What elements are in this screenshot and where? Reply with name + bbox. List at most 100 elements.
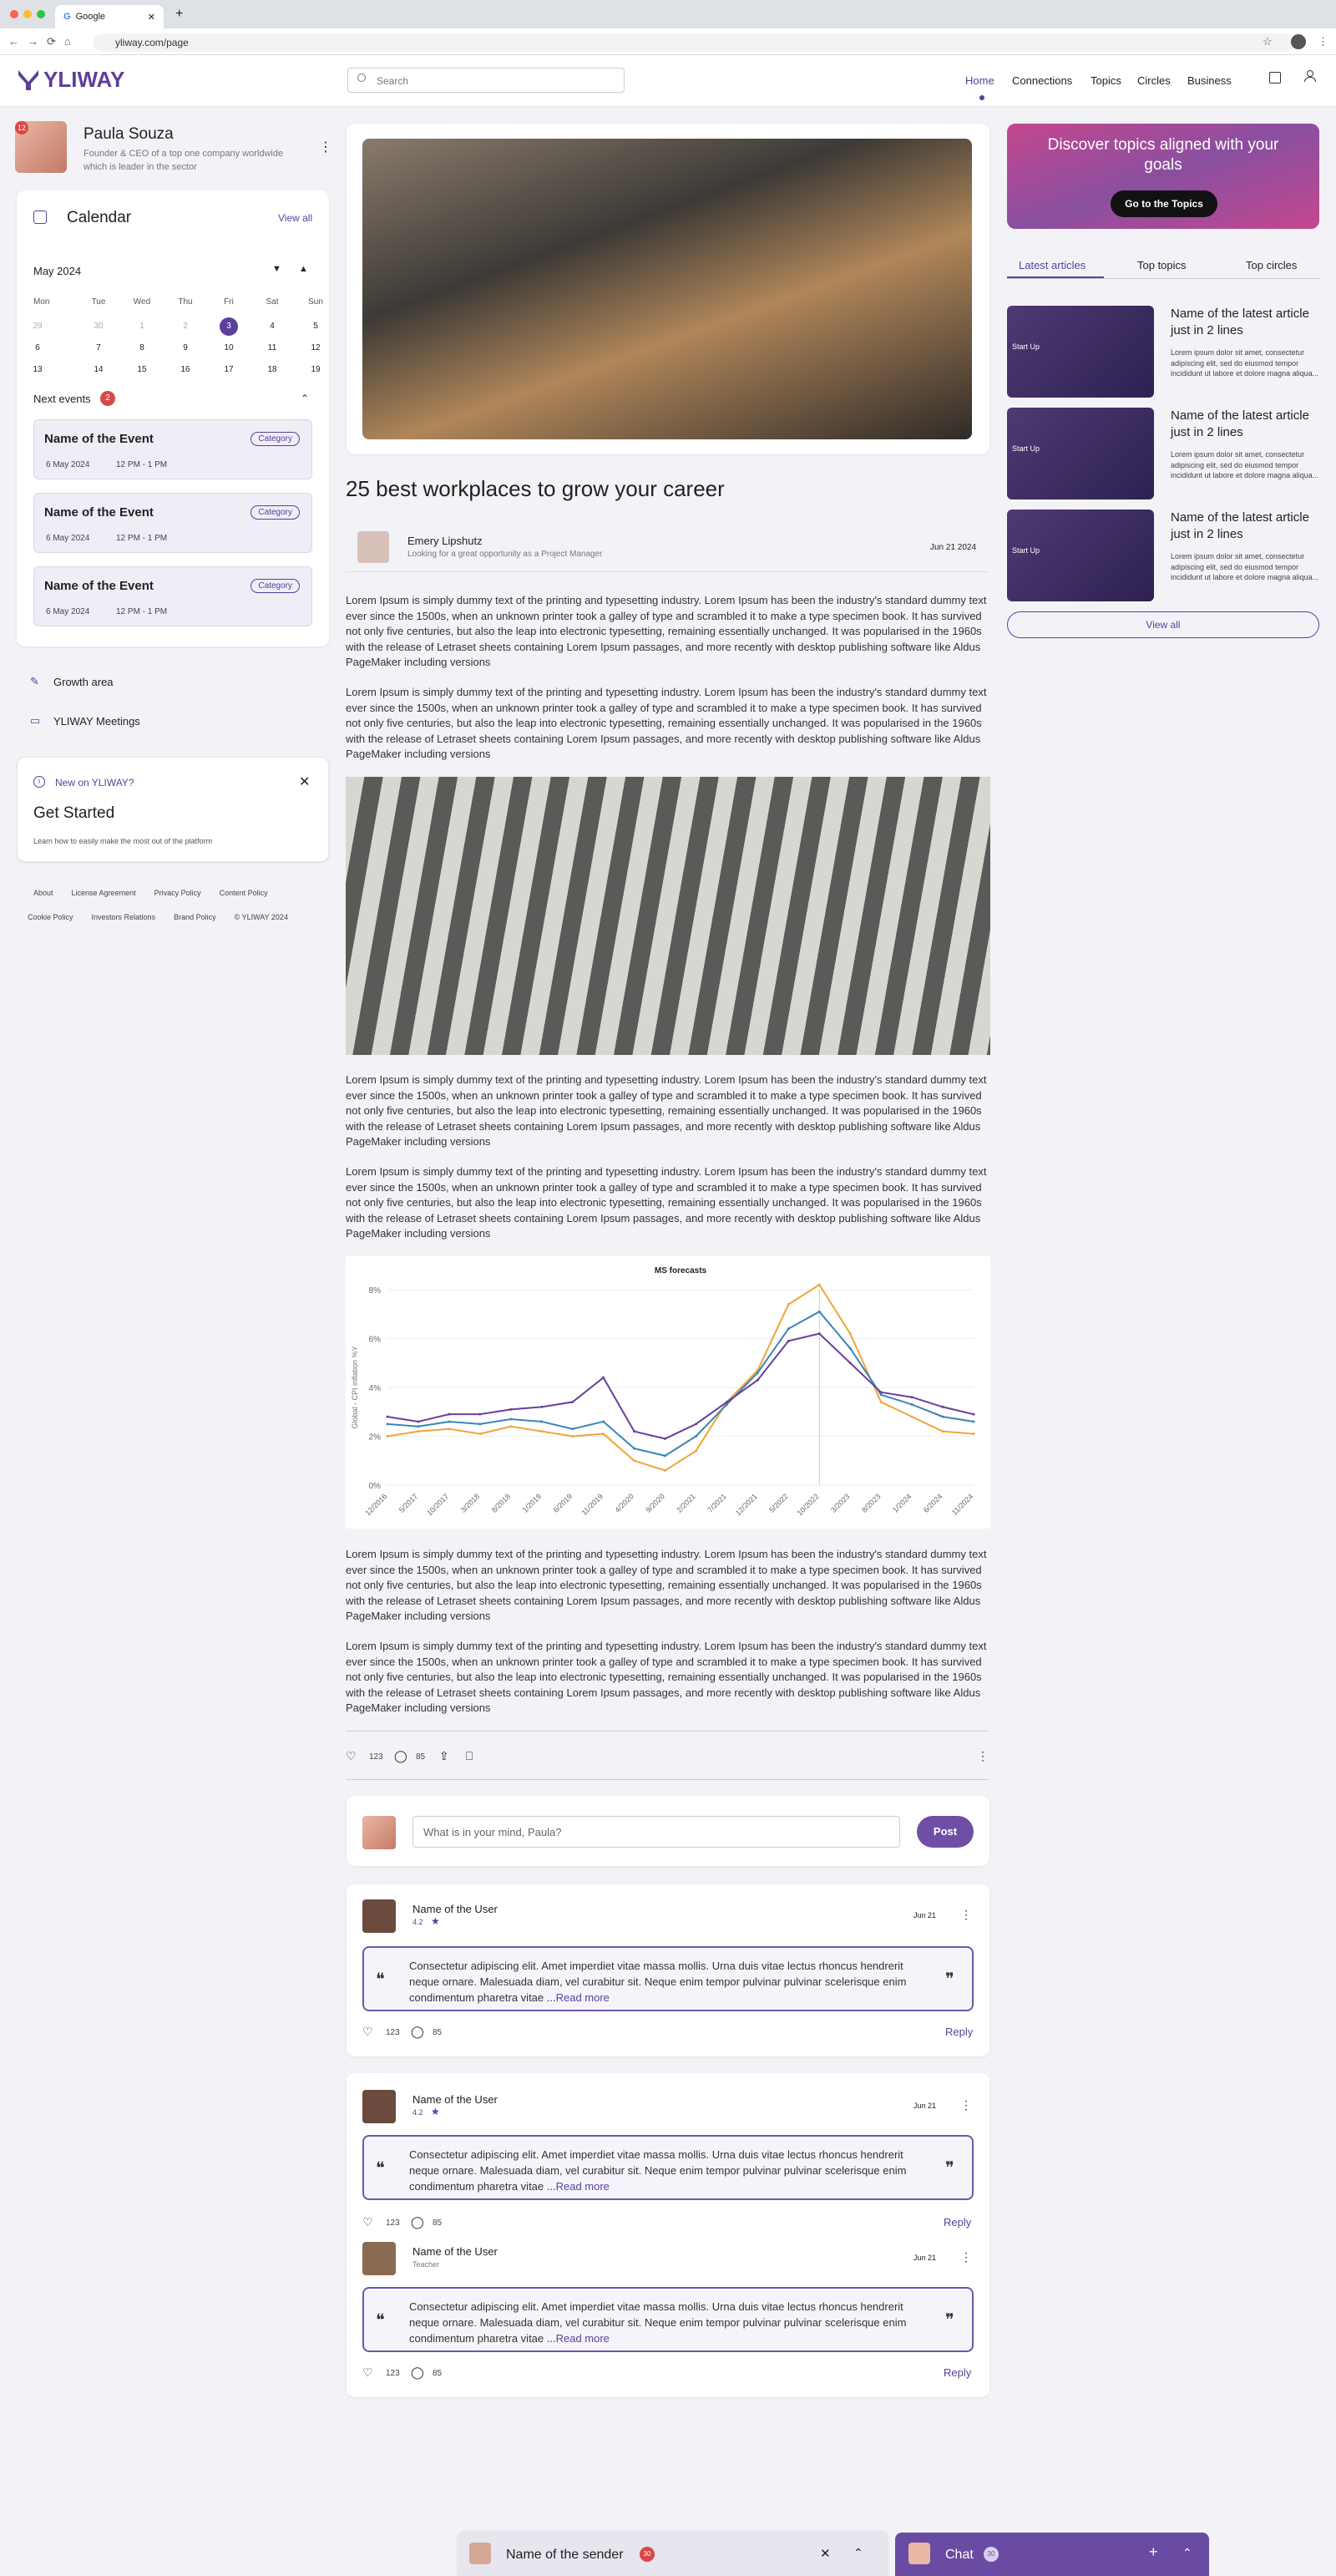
nav-circles[interactable]: Circles — [1137, 74, 1171, 87]
calendar-day[interactable]: 17 — [220, 361, 238, 379]
user-avatar[interactable] — [362, 2242, 396, 2275]
nav-business[interactable]: Business — [1187, 74, 1232, 87]
like-icon[interactable]: ♡ — [362, 2215, 373, 2229]
user-settings-icon[interactable] — [1304, 70, 1316, 84]
like-icon[interactable]: ♡ — [346, 1749, 357, 1763]
nav-connections[interactable]: Connections — [1012, 74, 1072, 87]
add-chat-icon[interactable]: + — [1149, 2543, 1158, 2561]
footer-link[interactable]: Content Policy — [220, 889, 268, 897]
meetings-link[interactable]: YLIWAY Meetings — [53, 715, 140, 728]
calendar-day[interactable]: 6 — [28, 339, 47, 357]
calendar-day[interactable]: 2 — [176, 317, 195, 336]
reply-button[interactable]: Reply — [945, 2026, 973, 2038]
like-icon[interactable]: ♡ — [362, 2025, 373, 2039]
calendar-day[interactable]: 4 — [263, 317, 281, 336]
growth-area-link[interactable]: Growth area — [53, 676, 114, 688]
author-avatar[interactable] — [357, 531, 389, 563]
calendar-day[interactable]: 12 — [306, 339, 325, 357]
calendar-day[interactable]: 14 — [89, 361, 108, 379]
go-to-topics-button[interactable]: Go to the Topics — [1111, 190, 1217, 217]
maximize-window-icon[interactable] — [37, 10, 45, 18]
reply-button[interactable]: Reply — [944, 2216, 971, 2229]
user-avatar[interactable] — [362, 1899, 396, 1933]
collapse-events-icon[interactable]: ⌃ — [301, 393, 309, 404]
browser-profile-avatar[interactable] — [1291, 34, 1306, 49]
read-more-link[interactable]: Read more — [556, 2180, 610, 2193]
event-card[interactable]: Name of the Event Category 6 May 2024 12 PM… — [33, 419, 312, 479]
user-name[interactable]: Name of the User — [412, 2093, 498, 2106]
tab-top-circles[interactable]: Top circles — [1246, 259, 1297, 271]
chevron-up-icon[interactable]: ▲ — [299, 264, 308, 274]
footer-link[interactable]: Privacy Policy — [154, 889, 201, 897]
calendar-day[interactable]: 15 — [133, 361, 151, 379]
comment-icon[interactable]: ◯ — [411, 2215, 424, 2229]
close-tab-icon[interactable]: ✕ — [148, 12, 155, 23]
calendar-day[interactable]: 3 — [220, 317, 238, 336]
get-started-desc[interactable]: Learn how to easily make the most out of… — [33, 837, 212, 845]
nav-home[interactable]: Home — [965, 74, 994, 87]
logo[interactable]: YLIWAY — [17, 67, 124, 93]
article-thumbnail[interactable]: Start Up — [1007, 408, 1154, 499]
reply-button[interactable]: Reply — [944, 2366, 971, 2379]
close-icon[interactable]: ✕ — [820, 2546, 831, 2561]
footer-link[interactable]: Cookie Policy — [28, 913, 73, 921]
article-title[interactable]: Name of the latest article just in 2 lin… — [1171, 306, 1319, 339]
calendar-day[interactable]: 18 — [263, 361, 281, 379]
chat-bar[interactable] — [895, 2533, 1209, 2576]
footer-link[interactable]: License Agreement — [72, 889, 136, 897]
calendar-day[interactable]: 9 — [176, 339, 195, 357]
nav-topics[interactable]: Topics — [1091, 74, 1121, 87]
chevron-up-icon[interactable]: ⌃ — [1182, 2546, 1192, 2560]
comment-icon[interactable]: ◯ — [394, 1749, 407, 1763]
event-card[interactable]: Name of the Event Category 6 May 2024 12 PM… — [33, 566, 312, 626]
share-icon[interactable]: ⇪ — [439, 1749, 449, 1763]
more-options-icon[interactable]: ⋮ — [977, 1749, 989, 1763]
close-window-icon[interactable] — [10, 10, 18, 18]
like-icon[interactable]: ♡ — [362, 2366, 373, 2380]
footer-link[interactable]: About — [33, 889, 53, 897]
view-all-button[interactable]: View all — [1007, 611, 1319, 638]
calendar-day[interactable]: 7 — [89, 339, 108, 357]
url-field[interactable]: yliway.com/page — [94, 33, 1296, 52]
read-more-link[interactable]: Read more — [556, 2332, 610, 2345]
footer-link[interactable]: Investors Relations — [92, 913, 156, 921]
comment-menu-icon[interactable]: ⋮ — [960, 2250, 972, 2264]
comment-menu-icon[interactable]: ⋮ — [960, 1908, 972, 1922]
calendar-day[interactable]: 8 — [133, 339, 151, 357]
profile-menu-icon[interactable]: ⋮ — [319, 139, 332, 155]
chevron-down-icon[interactable]: ▼ — [272, 264, 281, 274]
event-card[interactable]: Name of the Event Category 6 May 2024 12 PM… — [33, 493, 312, 553]
calendar-day[interactable]: 10 — [220, 339, 238, 357]
tab-top-topics[interactable]: Top topics — [1137, 259, 1187, 271]
calendar-day[interactable]: 13 — [28, 361, 47, 379]
calendar-day[interactable]: 19 — [306, 361, 325, 379]
read-more-link[interactable]: Read more — [556, 1991, 610, 2004]
bookmark-icon[interactable]: ⎕ — [466, 1749, 473, 1763]
article-title[interactable]: Name of the latest article just in 2 lin… — [1171, 408, 1319, 441]
tab-latest-articles[interactable]: Latest articles — [1019, 259, 1086, 271]
article-thumbnail[interactable]: Start Up — [1007, 510, 1154, 601]
search-input[interactable]: Search — [347, 68, 625, 93]
calendar-day[interactable]: 30 — [89, 317, 108, 336]
composer-input[interactable]: What is in your mind, Paula? — [412, 1816, 900, 1848]
calendar-view-all[interactable]: View all — [278, 212, 312, 224]
post-button[interactable]: Post — [917, 1816, 974, 1848]
browser-tab[interactable]: G Google ✕ — [55, 5, 164, 28]
author-name[interactable]: Emery Lipshutz — [407, 535, 483, 547]
chevron-up-icon[interactable]: ⌃ — [853, 2546, 863, 2560]
close-icon[interactable]: ✕ — [299, 773, 310, 790]
user-name[interactable]: Name of the User — [412, 2245, 498, 2258]
calendar-day[interactable]: 5 — [306, 317, 325, 336]
minimize-window-icon[interactable] — [23, 10, 32, 18]
profile-name[interactable]: Paula Souza — [84, 125, 174, 144]
bookmark-star-icon[interactable]: ☆ — [1263, 35, 1273, 48]
browser-menu-icon[interactable]: ⋮ — [1318, 35, 1328, 48]
calendar-day[interactable]: 11 — [263, 339, 281, 357]
comment-menu-icon[interactable]: ⋮ — [960, 2098, 972, 2112]
calendar-day[interactable]: 16 — [176, 361, 195, 379]
new-tab-icon[interactable]: + — [175, 7, 183, 22]
calendar-day[interactable]: 1 — [133, 317, 151, 336]
footer-link[interactable]: Brand Policy — [174, 913, 216, 921]
user-name[interactable]: Name of the User — [412, 1903, 498, 1915]
nav-arrows-icon[interactable]: ←→⟳⌂ — [8, 35, 79, 48]
